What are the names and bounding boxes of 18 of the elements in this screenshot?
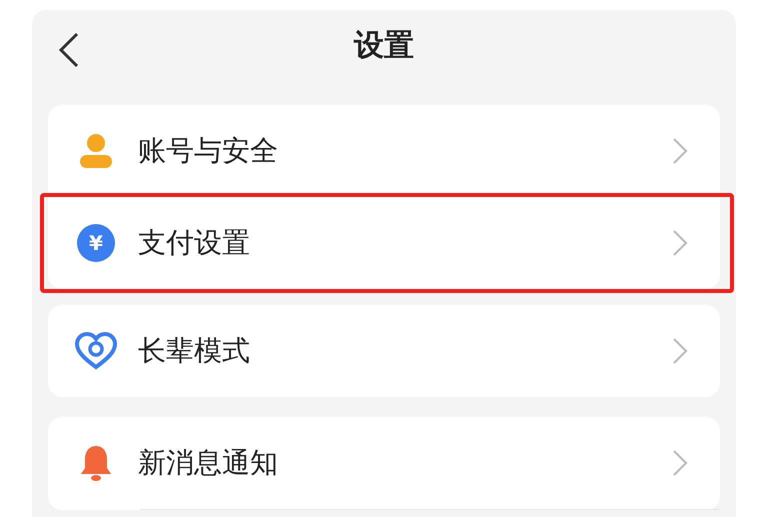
chevron-right-icon [672, 229, 688, 257]
chevron-right-icon [672, 337, 688, 365]
bell-icon [79, 444, 113, 482]
row-label: 长辈模式 [138, 333, 251, 369]
chevron-right-icon [672, 449, 688, 477]
yuan-icon: ¥ [77, 224, 115, 262]
settings-row[interactable]: ¥ 支付设置 [48, 197, 720, 289]
heart-icon [75, 332, 117, 370]
chevron-right-icon [672, 137, 688, 165]
page-title: 设置 [354, 27, 414, 65]
person-icon [79, 133, 113, 169]
row-label: 新消息通知 [138, 445, 279, 481]
settings-row[interactable]: 账号与安全 [48, 105, 720, 197]
settings-row[interactable]: 新消息通知 [48, 417, 720, 509]
row-label: 账号与安全 [138, 133, 279, 169]
row-label: 支付设置 [138, 225, 251, 261]
settings-row[interactable]: 长辈模式 [48, 305, 720, 397]
back-icon[interactable] [58, 32, 80, 68]
